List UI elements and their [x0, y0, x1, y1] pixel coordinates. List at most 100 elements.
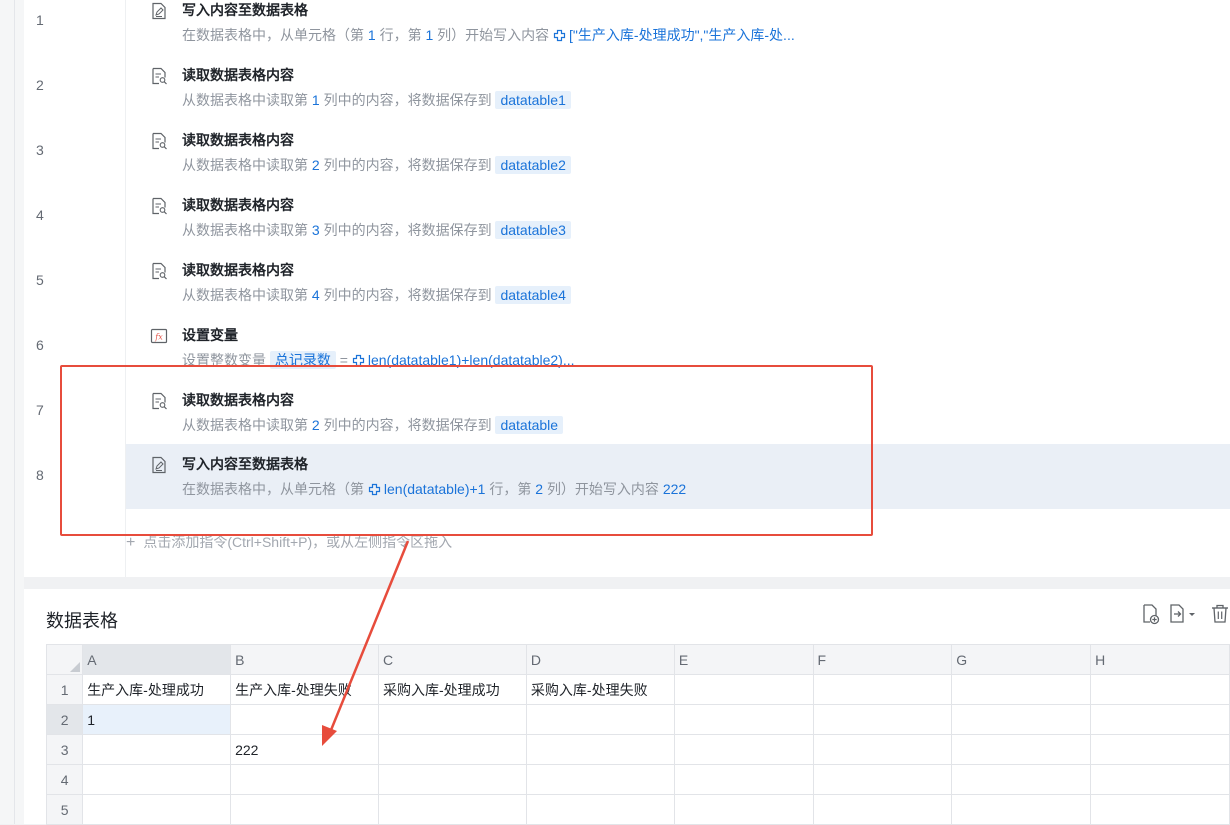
table-cell[interactable]: [378, 704, 527, 735]
export-icon[interactable]: [1168, 603, 1198, 625]
column-header[interactable]: C: [378, 644, 527, 675]
read-table-icon: [152, 197, 167, 215]
datatable-panel: 数据表格 A B C D E F G H 1 生产入库-处理成功 生产入库-处理…: [24, 589, 1230, 825]
table-cell[interactable]: [951, 794, 1092, 825]
line-number: 1: [36, 12, 44, 28]
table-row: 5: [45, 794, 1230, 825]
table-cell[interactable]: [673, 764, 814, 795]
column-header[interactable]: E: [673, 644, 814, 675]
write-table-icon: [152, 2, 166, 20]
table-cell[interactable]: [525, 704, 675, 735]
table-cell[interactable]: [673, 674, 814, 705]
column-header[interactable]: A: [82, 644, 232, 675]
datatable-grid[interactable]: A B C D E F G H 1 生产入库-处理成功 生产入库-处理失败 采购…: [45, 644, 1230, 825]
table-cell[interactable]: [378, 734, 527, 765]
table-cell-active[interactable]: 1: [82, 704, 232, 735]
step-title: 读取数据表格内容: [182, 67, 294, 83]
flow-step-read-table[interactable]: 读取数据表格内容 从数据表格中读取第 1 列中的内容，将数据保存到 datata…: [126, 57, 1230, 121]
table-cell[interactable]: [378, 794, 527, 825]
table-row: 1 生产入库-处理成功 生产入库-处理失败 采购入库-处理成功 采购入库-处理失…: [45, 674, 1230, 705]
variable-tag: datatable3: [495, 221, 571, 239]
variable-tag: datatable1: [495, 91, 571, 109]
line-number: 6: [36, 337, 44, 353]
table-cell[interactable]: [230, 794, 379, 825]
table-cell[interactable]: [1090, 764, 1230, 795]
table-row: 4: [45, 764, 1230, 795]
select-all-corner[interactable]: [45, 644, 84, 675]
table-cell[interactable]: [951, 674, 1092, 705]
read-table-icon: [152, 262, 167, 280]
table-cell[interactable]: [1090, 794, 1230, 825]
table-cell[interactable]: [82, 794, 232, 825]
table-cell[interactable]: [812, 734, 953, 765]
table-cell[interactable]: [1090, 734, 1230, 765]
step-description: 在数据表格中，从单元格（第 1 行，第 1 列）开始写入内容 ["生产入库-处理…: [182, 27, 795, 43]
table-cell[interactable]: [1090, 704, 1230, 735]
table-cell[interactable]: [525, 794, 675, 825]
svg-text:fx: fx: [154, 333, 163, 342]
table-cell[interactable]: [951, 764, 1092, 795]
table-cell[interactable]: [812, 794, 953, 825]
column-header-row: A B C D E F G H: [45, 644, 1230, 675]
table-cell[interactable]: 生产入库-处理成功: [82, 674, 232, 705]
step-description: 从数据表格中读取第 3 列中的内容，将数据保存到 datatable3: [182, 220, 571, 240]
set-variable-icon: fx: [150, 328, 168, 344]
flow-step-write-table[interactable]: 写入内容至数据表格 在数据表格中，从单元格（第 1 行，第 1 列）开始写入内容…: [126, 0, 1230, 56]
table-cell[interactable]: 生产入库-处理失败: [230, 674, 379, 705]
line-number: 4: [36, 207, 44, 223]
line-number: 5: [36, 272, 44, 288]
table-cell[interactable]: [82, 734, 232, 765]
table-cell[interactable]: [230, 704, 379, 735]
step-title: 设置变量: [182, 327, 238, 343]
column-header[interactable]: B: [230, 644, 379, 675]
line-number: 7: [36, 402, 44, 418]
row-header[interactable]: 2: [45, 704, 84, 735]
flow-step-read-table[interactable]: 读取数据表格内容 从数据表格中读取第 2 列中的内容，将数据保存到 datata…: [126, 122, 1230, 186]
step-description: 从数据表格中读取第 4 列中的内容，将数据保存到 datatable4: [182, 285, 571, 305]
row-header[interactable]: 4: [45, 764, 84, 795]
variable-tag: datatable4: [495, 286, 571, 304]
table-cell[interactable]: 采购入库-处理失败: [525, 674, 675, 705]
line-number: 3: [36, 142, 44, 158]
step-title: 读取数据表格内容: [182, 197, 294, 213]
table-cell[interactable]: [812, 704, 953, 735]
table-cell[interactable]: [673, 734, 814, 765]
step-description: 从数据表格中读取第 2 列中的内容，将数据保存到 datatable2: [182, 155, 571, 175]
column-header[interactable]: F: [812, 644, 953, 675]
flow-step-read-table[interactable]: 读取数据表格内容 从数据表格中读取第 3 列中的内容，将数据保存到 datata…: [126, 187, 1230, 251]
row-header[interactable]: 1: [45, 674, 84, 705]
table-cell[interactable]: 采购入库-处理成功: [378, 674, 527, 705]
left-panel-edge: [0, 0, 24, 824]
table-cell[interactable]: [673, 704, 814, 735]
table-cell[interactable]: [378, 764, 527, 795]
column-header[interactable]: D: [525, 644, 675, 675]
read-table-icon: [152, 67, 167, 85]
row-header[interactable]: 3: [45, 734, 84, 765]
column-header[interactable]: H: [1090, 644, 1230, 675]
step-title: 写入内容至数据表格: [182, 2, 308, 18]
table-cell[interactable]: [525, 764, 675, 795]
table-cell[interactable]: [812, 674, 953, 705]
table-cell[interactable]: [673, 794, 814, 825]
plus-icon: +: [126, 534, 136, 551]
line-number: 8: [36, 467, 44, 483]
row-header[interactable]: 5: [45, 794, 84, 825]
table-cell[interactable]: [951, 704, 1092, 735]
expression-icon: [553, 29, 566, 42]
read-table-icon: [152, 132, 167, 150]
table-cell[interactable]: 222: [230, 734, 379, 765]
column-header[interactable]: G: [951, 644, 1092, 675]
table-cell[interactable]: [230, 764, 379, 795]
flow-step-read-table[interactable]: 读取数据表格内容 从数据表格中读取第 4 列中的内容，将数据保存到 datata…: [126, 252, 1230, 316]
table-row: 2 1: [45, 704, 1230, 735]
datatable-title: 数据表格: [46, 611, 118, 631]
table-cell[interactable]: [82, 764, 232, 795]
step-description: 从数据表格中读取第 1 列中的内容，将数据保存到 datatable1: [182, 90, 571, 110]
table-cell[interactable]: [951, 734, 1092, 765]
add-file-icon[interactable]: [1140, 603, 1160, 625]
delete-icon[interactable]: [1210, 603, 1230, 625]
table-cell[interactable]: [525, 734, 675, 765]
step-title: 读取数据表格内容: [182, 132, 294, 148]
table-cell[interactable]: [1090, 674, 1230, 705]
table-cell[interactable]: [812, 764, 953, 795]
